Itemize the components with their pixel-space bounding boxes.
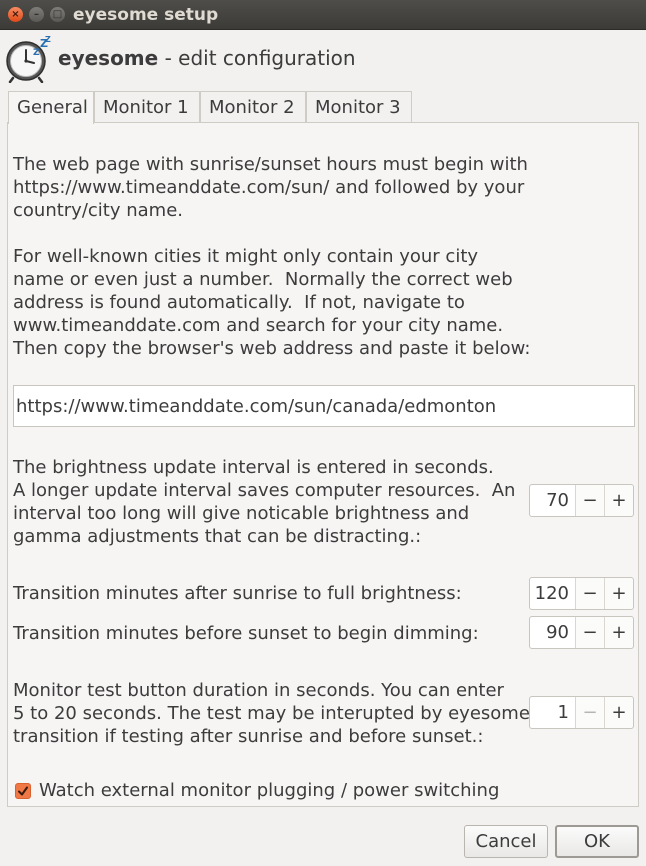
ok-button[interactable]: OK xyxy=(555,825,639,858)
update-interval-increment-button[interactable]: + xyxy=(604,485,633,516)
sunset-transition-decrement-button[interactable]: − xyxy=(575,617,604,648)
update-interval-text: The brightness update interval is entere… xyxy=(13,457,516,547)
sunset-transition-increment-button[interactable]: + xyxy=(604,617,633,648)
watch-monitor-checkbox[interactable] xyxy=(15,782,31,799)
test-duration-text: Monitor test button duration in seconds.… xyxy=(13,680,530,747)
sunset-transition-text: Transition minutes before sunset to begi… xyxy=(13,623,479,644)
general-tab-panel: The web page with sunrise/sunset hours m… xyxy=(7,122,639,807)
watch-monitor-checkbox-row[interactable]: Watch external monitor plugging / power … xyxy=(15,780,499,801)
test-duration-increment-button[interactable]: + xyxy=(604,697,633,728)
sunset-transition-value[interactable]: 90 xyxy=(530,617,575,648)
tab-general[interactable]: General xyxy=(8,91,94,124)
url-intro-text: The web page with sunrise/sunset hours m… xyxy=(13,154,528,221)
sunrise-url-input[interactable] xyxy=(13,385,635,427)
sunset-transition-spinner[interactable]: 90 − + xyxy=(529,616,634,649)
svg-text:Z: Z xyxy=(45,35,51,44)
app-name: eyesome xyxy=(58,46,159,70)
sunrise-transition-increment-button[interactable]: + xyxy=(604,578,633,609)
tab-monitor-2[interactable]: Monitor 2 xyxy=(200,91,306,123)
test-duration-spinner[interactable]: 1 − + xyxy=(529,696,634,729)
maximize-window-button[interactable]: □ xyxy=(50,7,65,22)
close-window-button[interactable]: × xyxy=(8,7,23,22)
sunrise-transition-spinner[interactable]: 120 − + xyxy=(529,577,634,610)
sunrise-transition-text: Transition minutes after sunrise to full… xyxy=(13,583,462,604)
checkmark-icon xyxy=(18,786,28,795)
cancel-button[interactable]: Cancel xyxy=(464,825,548,858)
watch-monitor-label[interactable]: Watch external monitor plugging / power … xyxy=(39,780,499,801)
tab-monitor-1[interactable]: Monitor 1 xyxy=(94,91,200,123)
test-duration-value[interactable]: 1 xyxy=(530,697,575,728)
test-duration-decrement-button[interactable]: − xyxy=(575,697,604,728)
title-bar: × – □ eyesome setup xyxy=(0,0,646,30)
sunrise-transition-decrement-button[interactable]: − xyxy=(575,578,604,609)
update-interval-value[interactable]: 70 xyxy=(530,485,575,516)
svg-text:Z: Z xyxy=(33,48,40,58)
sunrise-transition-value[interactable]: 120 xyxy=(530,578,575,609)
window-title: eyesome setup xyxy=(73,5,219,25)
tab-monitor-3[interactable]: Monitor 3 xyxy=(306,91,412,123)
alarm-clock-zzz-icon: Z Z Z xyxy=(6,35,51,83)
url-help-text: For well-known cities it might only cont… xyxy=(13,246,531,359)
update-interval-spinner[interactable]: 70 − + xyxy=(529,484,634,517)
page-subtitle: - edit configuration xyxy=(158,46,356,70)
update-interval-decrement-button[interactable]: − xyxy=(575,485,604,516)
minimize-window-button[interactable]: – xyxy=(29,7,44,22)
page-title: eyesome - edit configuration xyxy=(58,46,356,70)
